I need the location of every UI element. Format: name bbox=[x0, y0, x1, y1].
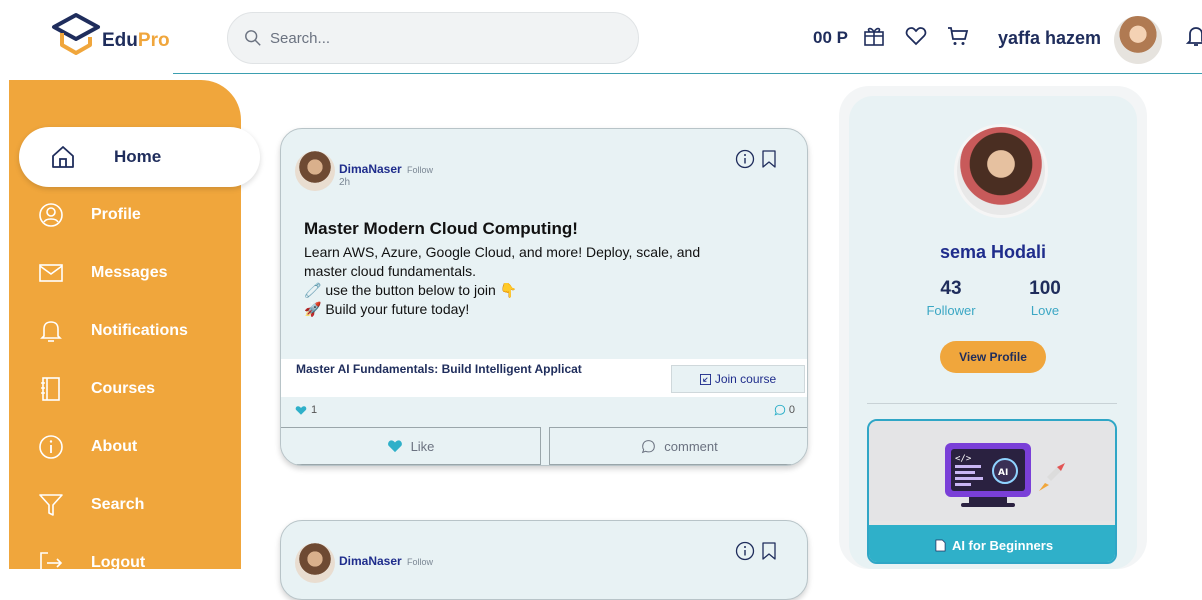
profile-icon bbox=[38, 202, 64, 228]
sidebar-item-label: Notifications bbox=[91, 322, 188, 339]
sidebar-item-logout[interactable]: Logout bbox=[9, 543, 241, 583]
edupro-logo[interactable]: EduPro bbox=[50, 10, 180, 58]
join-course-button[interactable]: Join course bbox=[671, 365, 805, 393]
panel-divider bbox=[867, 403, 1117, 404]
like-label: Like bbox=[410, 438, 435, 454]
home-icon bbox=[50, 144, 76, 170]
post-body-line: master cloud fundamentals. bbox=[304, 263, 476, 279]
bookmark-icon[interactable] bbox=[759, 149, 779, 169]
enter-icon bbox=[699, 373, 711, 385]
bell-icon bbox=[38, 318, 64, 344]
document-icon bbox=[935, 539, 946, 552]
top-header: EduPro 00 P yaffa hazem bbox=[0, 0, 1202, 76]
likes-count: 1 bbox=[295, 404, 317, 416]
post-time: 2h bbox=[339, 177, 351, 188]
sidebar-item-label: Search bbox=[91, 496, 145, 513]
recommended-course-card[interactable]: </> AI AI for Beginners bbox=[867, 419, 1117, 564]
follow-link[interactable]: Follow bbox=[407, 557, 433, 567]
heart-filled-icon bbox=[295, 405, 307, 415]
info-icon bbox=[38, 434, 64, 460]
followers-stat: 43 Follower bbox=[911, 278, 991, 318]
heart-filled-icon bbox=[387, 440, 402, 453]
sidebar-item-about[interactable]: About bbox=[9, 427, 241, 467]
love-stat: 100 Love bbox=[1005, 278, 1085, 318]
cart-icon[interactable] bbox=[946, 24, 970, 48]
sidebar-item-search[interactable]: Search bbox=[9, 485, 241, 525]
sidebar-item-profile[interactable]: Profile bbox=[9, 195, 241, 235]
profile-card: sema Hodali 43 Follower 100 Love View Pr… bbox=[849, 96, 1137, 569]
comments-count: 0 bbox=[774, 404, 795, 416]
sidebar-item-label: About bbox=[91, 438, 138, 455]
svg-text:AI: AI bbox=[998, 468, 1008, 478]
info-icon[interactable] bbox=[735, 541, 755, 561]
ai-laptop-illustration-icon: </> AI bbox=[945, 443, 1065, 507]
book-icon bbox=[38, 376, 64, 402]
linked-course: Master AI Fundamentals: Build Intelligen… bbox=[281, 359, 807, 397]
sidebar-item-label: Courses bbox=[91, 380, 156, 397]
graduation-cap-logo-icon bbox=[52, 13, 100, 55]
search-bar[interactable] bbox=[227, 12, 639, 64]
followers-count: 43 bbox=[940, 278, 962, 299]
post-stats: 1 0 bbox=[281, 401, 807, 423]
bell-icon[interactable] bbox=[1184, 24, 1202, 48]
comment-icon bbox=[774, 404, 786, 416]
author-avatar[interactable] bbox=[295, 543, 335, 583]
sidebar-item-notifications[interactable]: Notifications bbox=[9, 311, 241, 351]
comment-button[interactable]: comment bbox=[549, 427, 807, 465]
sidebar-item-label: Logout bbox=[91, 554, 146, 571]
search-icon bbox=[245, 30, 261, 46]
comment-icon bbox=[642, 439, 656, 453]
points-balance: 00 P bbox=[813, 28, 848, 47]
sidebar-item-home[interactable]: Home bbox=[19, 127, 260, 187]
svg-text:</>: </> bbox=[955, 454, 972, 464]
post-body-line: 🧷 use the button below to join 👇 bbox=[304, 282, 518, 298]
comment-label: comment bbox=[664, 438, 718, 454]
post-title: Master Modern Cloud Computing! bbox=[304, 219, 578, 238]
sidebar-item-label: Home bbox=[114, 147, 162, 166]
post-body-line: 🚀 Build your future today! bbox=[304, 301, 470, 317]
bookmark-icon[interactable] bbox=[759, 541, 779, 561]
join-course-label: Join course bbox=[714, 372, 777, 386]
post-card: DimaNaser Follow 2h Master Modern Cloud … bbox=[280, 128, 808, 466]
course-label: AI for Beginners bbox=[951, 538, 1054, 553]
post-body: Learn AWS, Azure, Google Cloud, and more… bbox=[304, 243, 774, 319]
profile-panel: sema Hodali 43 Follower 100 Love View Pr… bbox=[839, 86, 1147, 569]
sidebar-item-messages[interactable]: Messages bbox=[9, 253, 241, 293]
current-username[interactable]: yaffa hazem bbox=[998, 28, 1101, 49]
post-author[interactable]: DimaNaser Follow bbox=[339, 554, 433, 568]
logo-text: EduPro bbox=[102, 30, 170, 51]
sidebar-item-courses[interactable]: Courses bbox=[9, 369, 241, 409]
post-card: DimaNaser Follow bbox=[280, 520, 808, 600]
search-input[interactable] bbox=[270, 29, 610, 47]
heart-icon[interactable] bbox=[904, 24, 928, 48]
info-icon[interactable] bbox=[735, 149, 755, 169]
course-title[interactable]: Master AI Fundamentals: Build Intelligen… bbox=[296, 362, 582, 376]
course-thumbnail: </> AI bbox=[869, 421, 1115, 521]
love-label: Love bbox=[1030, 303, 1060, 318]
logout-icon bbox=[38, 550, 64, 576]
author-avatar[interactable] bbox=[295, 151, 335, 191]
user-avatar[interactable] bbox=[1114, 16, 1162, 64]
course-name-bar: AI for Beginners bbox=[869, 525, 1115, 562]
like-button[interactable]: Like bbox=[281, 427, 541, 465]
sidebar-item-label: Profile bbox=[91, 206, 141, 223]
post-author[interactable]: DimaNaser Follow bbox=[339, 162, 433, 176]
love-count: 100 bbox=[1029, 278, 1061, 299]
sidebar-nav: Home Profile Messages Notifications Cour… bbox=[9, 80, 260, 574]
header-divider bbox=[173, 73, 1202, 74]
followers-label: Follower bbox=[926, 303, 976, 318]
gift-icon[interactable] bbox=[862, 24, 886, 48]
post-body-line: Learn AWS, Azure, Google Cloud, and more… bbox=[304, 244, 701, 260]
follow-link[interactable]: Follow bbox=[407, 165, 433, 175]
mail-icon bbox=[38, 260, 64, 286]
profile-avatar[interactable] bbox=[954, 124, 1048, 218]
sidebar-item-label: Messages bbox=[91, 264, 168, 281]
filter-icon bbox=[38, 492, 64, 518]
profile-name: sema Hodali bbox=[939, 242, 1047, 262]
view-profile-button[interactable]: View Profile bbox=[940, 341, 1046, 373]
